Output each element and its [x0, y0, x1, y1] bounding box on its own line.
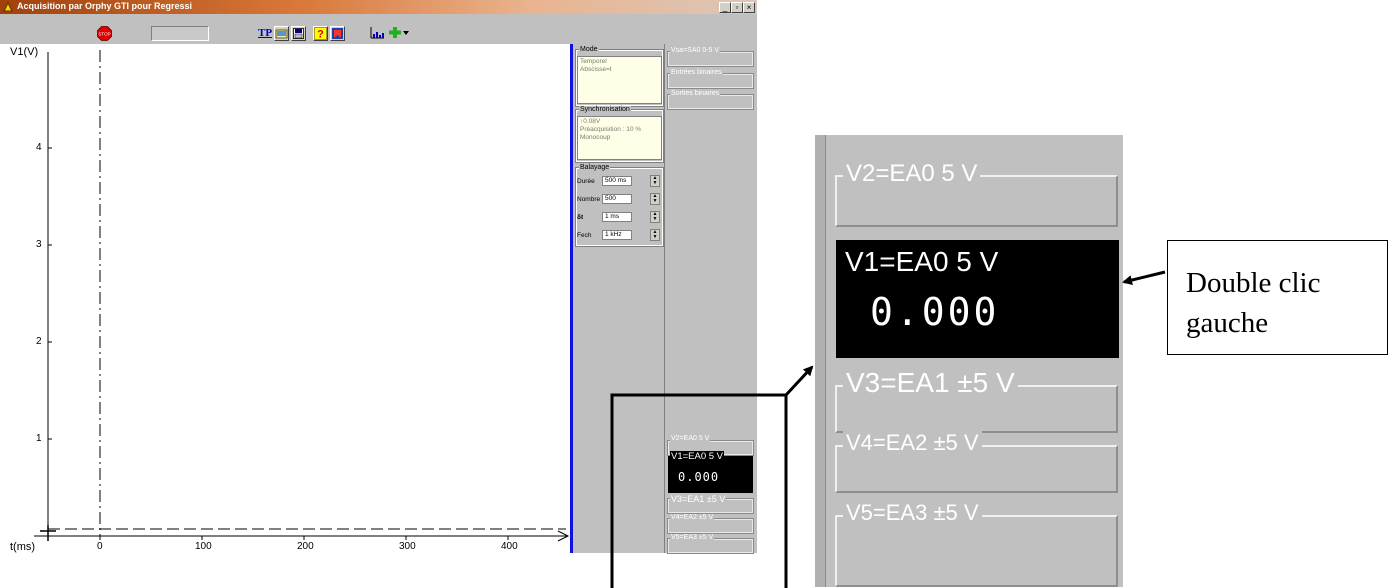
callout-box: Double clic gauche [1167, 240, 1388, 355]
zoom-bracket-line [610, 393, 788, 588]
callout-text: Double clic gauche [1186, 263, 1320, 343]
callout-arrow [1122, 270, 1166, 285]
callout-line: Double clic [1186, 267, 1321, 299]
zoom-pointer-arrow [784, 365, 814, 397]
callout-line: gauche [1186, 307, 1269, 339]
